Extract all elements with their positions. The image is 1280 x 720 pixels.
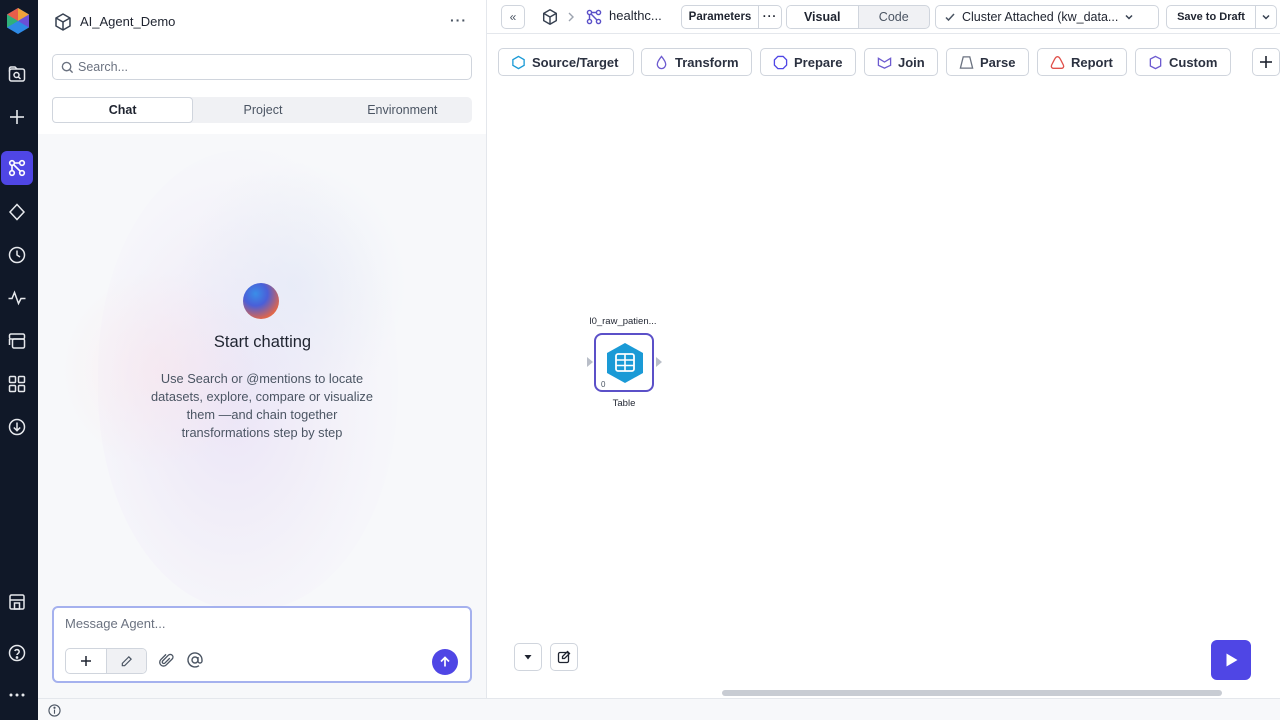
project-cube-icon[interactable] (541, 8, 559, 26)
save-options-button[interactable] (1255, 5, 1277, 29)
paperclip-icon[interactable] (158, 652, 175, 669)
search-icon (61, 61, 74, 74)
tab-code[interactable]: Code (859, 6, 930, 28)
send-button[interactable] (432, 649, 458, 675)
transform-label: Transform (675, 54, 739, 70)
search-box (52, 54, 472, 80)
play-icon (1222, 651, 1240, 669)
custom-icon (1148, 55, 1169, 70)
search-input[interactable] (78, 60, 458, 74)
parse-button[interactable]: Parse (946, 48, 1029, 76)
report-icon (1050, 55, 1071, 70)
info-icon[interactable] (48, 704, 61, 717)
prepare-label: Prepare (794, 54, 843, 70)
pipeline-icon[interactable] (1, 151, 33, 185)
prepare-button[interactable]: Prepare (760, 48, 856, 76)
add-context-button[interactable] (66, 649, 106, 673)
pipeline-icon (585, 8, 603, 26)
panel-header: AI_Agent_Demo ··· Chat Project Environme… (38, 0, 486, 134)
mention-icon[interactable] (186, 651, 204, 669)
join-label: Join (898, 54, 925, 70)
cluster-label: Cluster Attached (kw_data... (962, 10, 1119, 24)
activity-icon[interactable] (1, 281, 33, 315)
report-label: Report (1071, 54, 1113, 70)
history-icon[interactable] (1, 238, 33, 272)
plus-icon[interactable] (1, 100, 33, 134)
more-icon[interactable] (1, 678, 33, 712)
source-target-button[interactable]: Source/Target (498, 48, 634, 76)
caret-down-icon (523, 652, 533, 662)
tab-visual[interactable]: Visual (787, 6, 859, 28)
horizontal-scrollbar[interactable] (722, 690, 1222, 696)
transform-button[interactable]: Transform (641, 48, 752, 76)
check-icon (944, 11, 956, 23)
plus-icon (1259, 55, 1273, 69)
dataset-search-icon[interactable] (1, 57, 33, 91)
plus-icon (80, 655, 92, 667)
pipeline-name[interactable]: healthc... (609, 8, 662, 23)
run-pipeline-button[interactable] (1211, 640, 1251, 680)
save-to-draft-button[interactable]: Save to Draft (1166, 5, 1256, 29)
deployments-icon[interactable] (1, 324, 33, 358)
panel-tabs: Chat Project Environment (52, 97, 472, 123)
prepare-icon (773, 55, 794, 70)
empty-state-description: Use Search or @mentions to locate datase… (151, 371, 373, 440)
add-gem-button[interactable] (1252, 48, 1280, 76)
pencil-icon (120, 655, 133, 668)
download-icon[interactable] (1, 410, 33, 444)
report-button[interactable]: Report (1037, 48, 1127, 76)
mode-toggle (65, 648, 147, 674)
table-node[interactable]: 0 (594, 333, 654, 392)
parse-icon (959, 55, 980, 70)
status-bar (38, 698, 1280, 720)
join-icon (877, 55, 898, 70)
transform-icon (654, 54, 675, 70)
marketplace-icon[interactable] (1, 585, 33, 619)
agent-panel: AI_Agent_Demo ··· Chat Project Environme… (38, 0, 487, 698)
collapse-panel-button[interactable]: « (501, 5, 525, 29)
chevron-down-icon (1261, 12, 1271, 22)
canvas-edit-button[interactable] (550, 643, 578, 671)
pipeline-topbar: « healthc... Parameters ··· Visual Code … (487, 0, 1280, 34)
tab-environment[interactable]: Environment (333, 97, 472, 123)
node-type-label: Table (612, 398, 636, 409)
tab-chat[interactable]: Chat (52, 97, 194, 123)
node-record-count: 0 (601, 380, 606, 389)
arrow-up-icon (439, 656, 451, 668)
message-input[interactable] (65, 616, 455, 636)
parameters-more-button[interactable]: ··· (758, 5, 782, 29)
gem-icon[interactable] (1, 195, 33, 229)
pipeline-canvas[interactable]: l0_raw_patien... 0 Table (487, 87, 1280, 698)
help-icon[interactable] (1, 636, 33, 670)
node-title: l0_raw_patien... (589, 316, 657, 327)
project-more-button[interactable]: ··· (450, 10, 466, 30)
parameters-button[interactable]: Parameters (681, 5, 759, 29)
project-cube-icon (53, 12, 73, 32)
source-target-label: Source/Target (532, 54, 619, 70)
apps-grid-icon[interactable] (1, 367, 33, 401)
tab-project[interactable]: Project (193, 97, 332, 123)
gem-toolbar: Source/Target Transform Prepare Join Par… (487, 35, 1280, 87)
input-port[interactable] (587, 357, 593, 367)
chevron-right-icon (567, 11, 575, 23)
table-icon (605, 342, 645, 384)
custom-button[interactable]: Custom (1135, 48, 1231, 76)
edit-icon (557, 650, 571, 664)
project-name: AI_Agent_Demo (80, 14, 176, 29)
chevron-down-icon (1124, 12, 1134, 22)
output-port[interactable] (656, 357, 662, 367)
canvas-options-button[interactable] (514, 643, 542, 671)
join-button[interactable]: Join (864, 48, 938, 76)
view-toggle: Visual Code (786, 5, 930, 29)
left-rail (0, 0, 38, 720)
cluster-dropdown[interactable]: Cluster Attached (kw_data... (935, 5, 1159, 29)
source-target-icon (511, 55, 532, 70)
logo-icon[interactable] (3, 6, 33, 36)
message-composer (52, 606, 472, 683)
edit-mode-button[interactable] (106, 649, 146, 673)
empty-state-title: Start chatting (213, 333, 312, 351)
parse-label: Parse (980, 54, 1016, 70)
agent-orb-icon (243, 283, 279, 319)
custom-label: Custom (1169, 54, 1218, 70)
